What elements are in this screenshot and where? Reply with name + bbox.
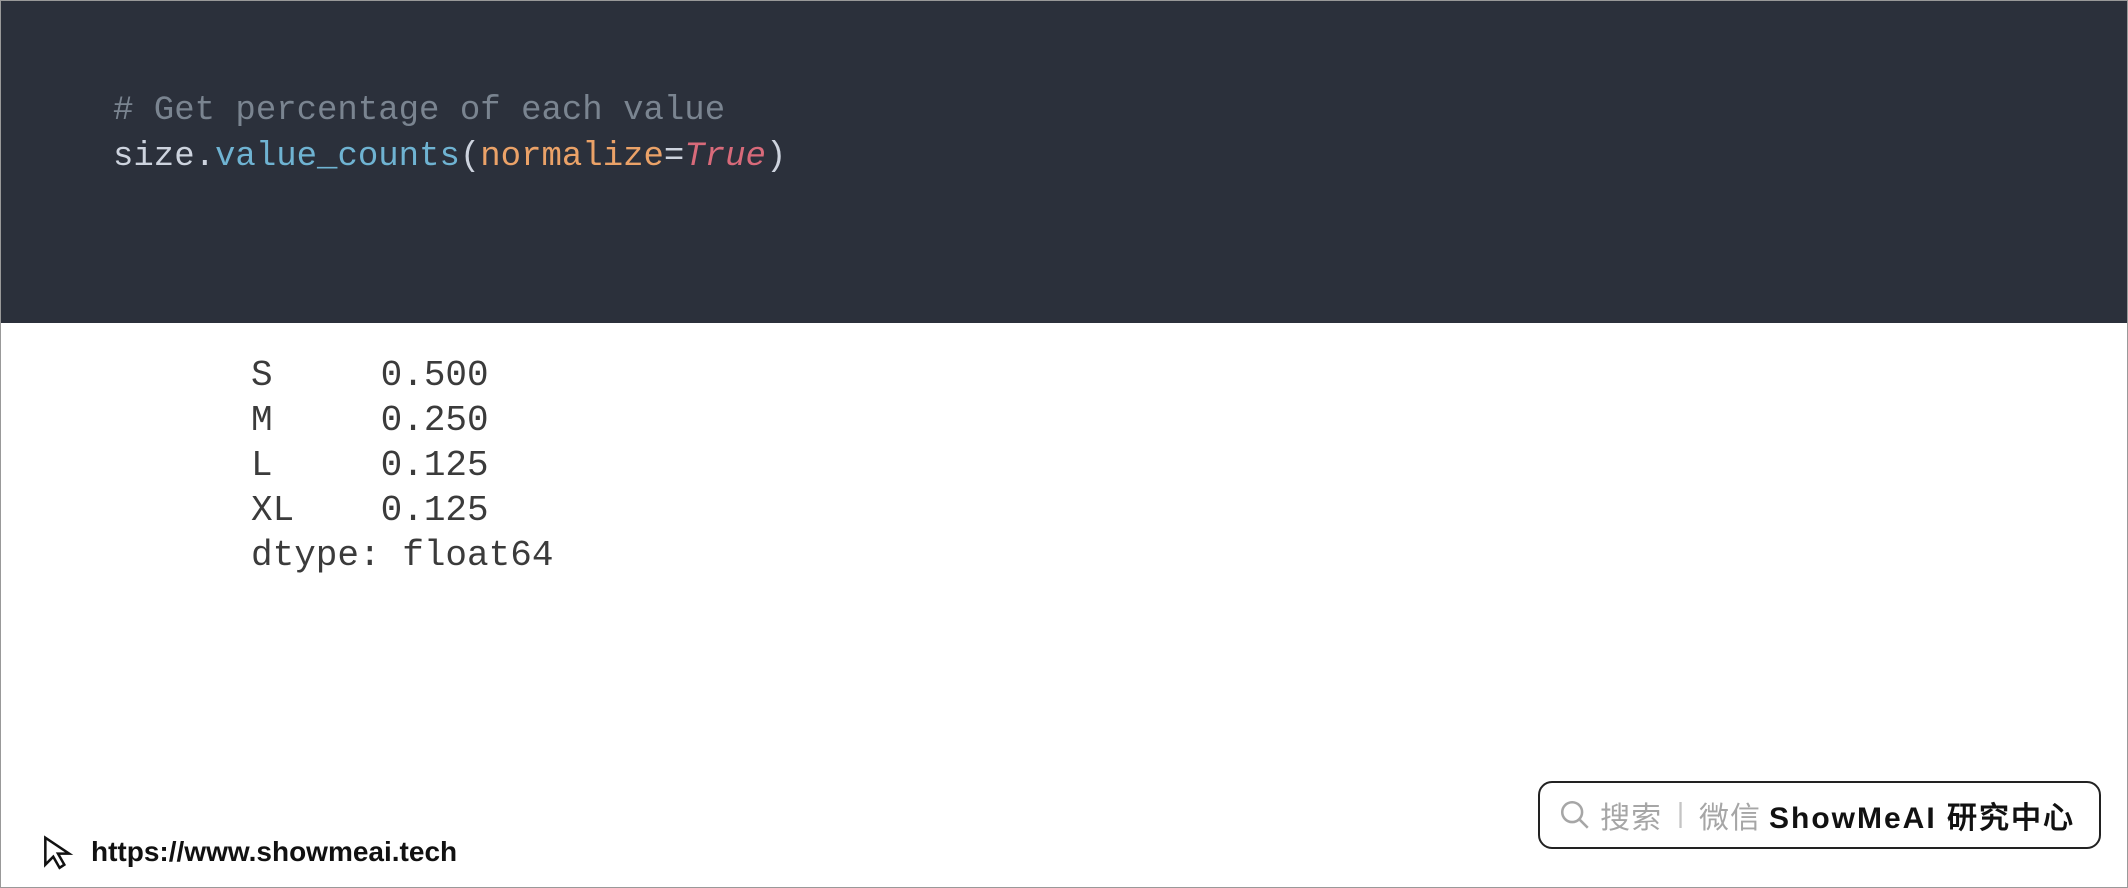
code-line-2: size.value_counts(normalize=True) xyxy=(113,135,2127,181)
footer: https://www.showmeai.tech xyxy=(39,833,457,871)
code-open-paren: ( xyxy=(460,138,480,176)
code-close-paren: ) xyxy=(766,138,786,176)
wechat-weixin-label: 微信 xyxy=(1699,793,1761,837)
search-icon xyxy=(1558,798,1592,832)
code-keyword: True xyxy=(684,138,766,176)
code-equals: = xyxy=(664,138,684,176)
wechat-divider: | xyxy=(1672,800,1689,831)
output-panel: S 0.500 M 0.250 L 0.125 XL 0.125 dtype: … xyxy=(1,323,2127,578)
code-param: normalize xyxy=(480,138,664,176)
code-method: value_counts xyxy=(215,138,460,176)
cursor-icon xyxy=(39,833,77,871)
code-line-1: # Get percentage of each value xyxy=(113,89,2127,135)
wechat-badge: 搜索 | 微信 ShowMeAI 研究中心 xyxy=(1538,781,2101,849)
code-comment: # Get percentage of each value xyxy=(113,92,725,130)
wechat-search-label: 搜索 xyxy=(1600,793,1662,837)
code-dot: . xyxy=(195,138,215,176)
code-panel: # Get percentage of each value size.valu… xyxy=(1,1,2127,323)
code-identifier: size xyxy=(113,138,195,176)
footer-url: https://www.showmeai.tech xyxy=(91,836,457,868)
wechat-brand: ShowMeAI 研究中心 xyxy=(1769,793,2075,837)
output-text: S 0.500 M 0.250 L 0.125 XL 0.125 dtype: … xyxy=(251,353,2127,578)
